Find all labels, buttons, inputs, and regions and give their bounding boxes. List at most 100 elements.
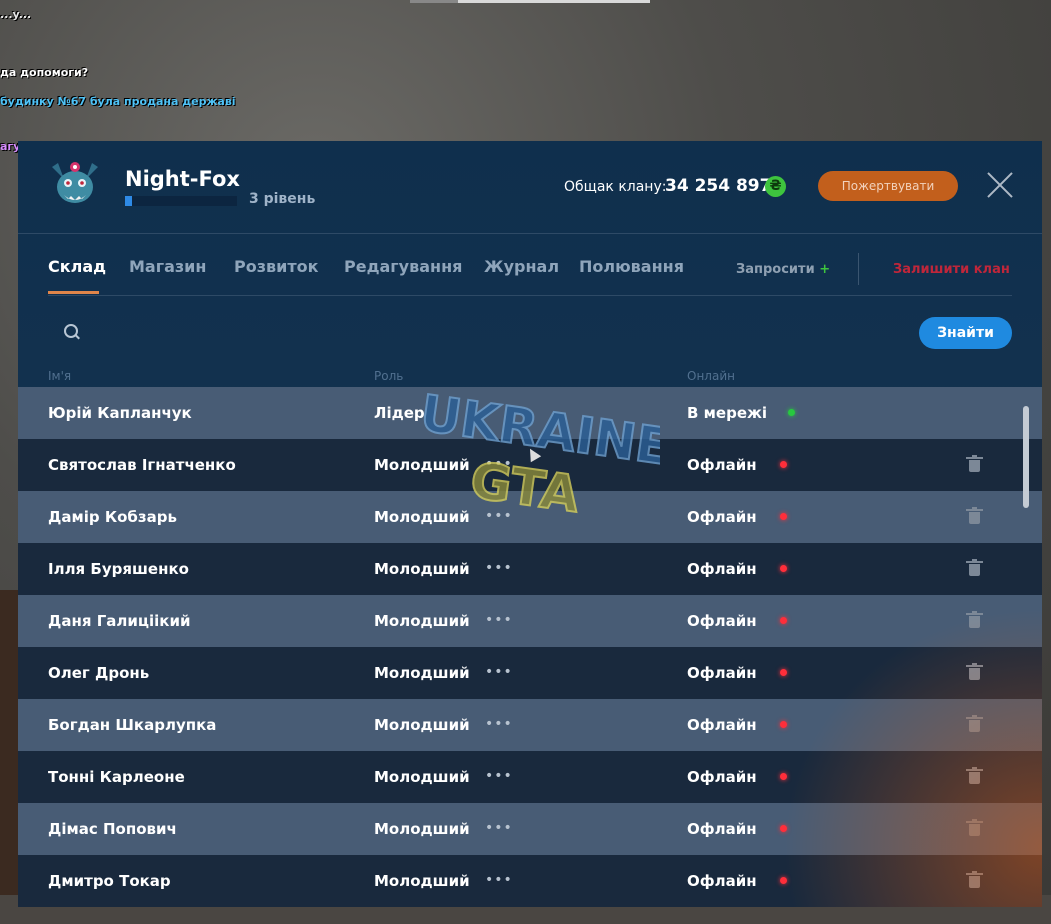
member-name: Дімас Попович bbox=[48, 820, 177, 838]
member-row[interactable]: Дамір Кобзарь Молодший ••• Офлайн bbox=[18, 491, 1042, 543]
member-role: Молодший bbox=[374, 820, 470, 838]
trash-icon[interactable] bbox=[966, 819, 983, 836]
tab-editing[interactable]: Редагування bbox=[344, 257, 462, 276]
member-row[interactable]: Ілля Буряшенко Молодший ••• Офлайн bbox=[18, 543, 1042, 595]
trash-icon[interactable] bbox=[966, 767, 983, 784]
member-role: Молодший bbox=[374, 456, 470, 474]
member-status: Офлайн bbox=[687, 560, 757, 578]
member-name: Дмитро Токар bbox=[48, 872, 171, 890]
member-list: Юрій Капланчук Лідер В мережі Святослав Ігн… bbox=[18, 387, 1042, 907]
clan-logo-icon bbox=[52, 162, 98, 203]
clan-panel: Night-Fox 3 рівень Общак клану: 34 254 8… bbox=[18, 141, 1042, 907]
member-name: Святослав Ігнатченко bbox=[48, 456, 236, 474]
offline-indicator-icon bbox=[780, 513, 787, 520]
trash-icon[interactable] bbox=[966, 559, 983, 576]
member-row[interactable]: Святослав Ігнатченко Молодший ••• Офлайн bbox=[18, 439, 1042, 491]
more-options-icon[interactable]: ••• bbox=[485, 820, 513, 836]
member-role: Молодший bbox=[374, 664, 470, 682]
find-button[interactable]: Знайти bbox=[919, 317, 1012, 349]
active-tab-indicator bbox=[48, 291, 99, 294]
member-status: Офлайн bbox=[687, 664, 757, 682]
member-name: Ілля Буряшенко bbox=[48, 560, 189, 578]
member-name: Юрій Капланчук bbox=[48, 404, 192, 422]
member-status: Офлайн bbox=[687, 612, 757, 630]
offline-indicator-icon bbox=[780, 877, 787, 884]
member-row[interactable]: Богдан Шкарлупка Молодший ••• Офлайн bbox=[18, 699, 1042, 751]
member-role: Молодший bbox=[374, 508, 470, 526]
search-input[interactable] bbox=[88, 319, 912, 345]
trash-icon[interactable] bbox=[966, 871, 983, 888]
clan-fund-label: Общак клану: bbox=[564, 179, 667, 195]
member-name: Олег Дронь bbox=[48, 664, 150, 682]
member-role: Молодший bbox=[374, 612, 470, 630]
more-options-icon[interactable]: ••• bbox=[485, 508, 513, 524]
plus-icon: + bbox=[819, 262, 831, 277]
member-name: Богдан Шкарлупка bbox=[48, 716, 217, 734]
offline-indicator-icon bbox=[780, 721, 787, 728]
hryvnia-icon: ₴ bbox=[765, 176, 786, 197]
tab-bar: Склад Магазин Розвиток Редагування Журна… bbox=[18, 233, 1042, 297]
member-role: Молодший bbox=[374, 560, 470, 578]
member-row[interactable]: Даня Галиціікий Молодший ••• Офлайн bbox=[18, 595, 1042, 647]
trash-icon[interactable] bbox=[966, 715, 983, 732]
background-shadow bbox=[0, 590, 20, 920]
column-header-online: Онлайн bbox=[687, 369, 735, 383]
offline-indicator-icon bbox=[780, 825, 787, 832]
trash-icon[interactable] bbox=[966, 507, 983, 524]
more-options-icon[interactable]: ••• bbox=[485, 768, 513, 784]
member-role: Молодший bbox=[374, 768, 470, 786]
member-row[interactable]: Олег Дронь Молодший ••• Офлайн bbox=[18, 647, 1042, 699]
offline-indicator-icon bbox=[780, 617, 787, 624]
member-status: В мережі bbox=[687, 404, 768, 422]
member-row[interactable]: Дімас Попович Молодший ••• Офлайн bbox=[18, 803, 1042, 855]
member-status: Офлайн bbox=[687, 820, 757, 838]
invite-label: Запросити bbox=[736, 262, 815, 277]
member-row[interactable]: Тонні Карлеоне Молодший ••• Офлайн bbox=[18, 751, 1042, 803]
leave-clan-button[interactable]: Залишити клан bbox=[893, 262, 1010, 277]
close-icon[interactable] bbox=[986, 171, 1014, 199]
tab-journal[interactable]: Журнал bbox=[484, 257, 559, 276]
invite-button[interactable]: Запросити + bbox=[736, 262, 830, 277]
trash-icon[interactable] bbox=[966, 611, 983, 628]
chat-line: да допомоги? bbox=[0, 66, 89, 79]
scrollbar[interactable] bbox=[1023, 406, 1029, 508]
offline-indicator-icon bbox=[780, 669, 787, 676]
offline-indicator-icon bbox=[780, 461, 787, 468]
member-status: Офлайн bbox=[687, 456, 757, 474]
member-role: Молодший bbox=[374, 872, 470, 890]
donate-button[interactable]: Пожертвувати bbox=[818, 171, 958, 201]
more-options-icon[interactable]: ••• bbox=[485, 456, 513, 472]
member-name: Даня Галиціікий bbox=[48, 612, 191, 630]
more-options-icon[interactable]: ••• bbox=[485, 612, 513, 628]
more-options-icon[interactable]: ••• bbox=[485, 664, 513, 680]
member-row[interactable]: Юрій Капланчук Лідер В мережі bbox=[18, 387, 1042, 439]
trash-icon[interactable] bbox=[966, 663, 983, 680]
clan-name: Night-Fox bbox=[125, 167, 240, 191]
trash-icon[interactable] bbox=[966, 455, 983, 472]
clan-header: Night-Fox 3 рівень Общак клану: 34 254 8… bbox=[18, 141, 1042, 234]
more-options-icon[interactable]: ••• bbox=[485, 560, 513, 576]
tab-separator bbox=[858, 253, 859, 285]
column-header-name: Ім'я bbox=[48, 369, 72, 383]
level-progress-bar bbox=[125, 196, 237, 206]
more-options-icon[interactable]: ••• bbox=[485, 872, 513, 888]
member-role: Молодший bbox=[374, 716, 470, 734]
chat-line: ...y... bbox=[0, 8, 32, 21]
member-row[interactable]: Дмитро Токар Молодший ••• Офлайн bbox=[18, 855, 1042, 907]
level-progress-fill bbox=[125, 196, 132, 206]
clan-fund-value: 34 254 897 bbox=[665, 176, 772, 196]
tab-hunting[interactable]: Полювання bbox=[579, 257, 684, 276]
tab-shop[interactable]: Магазин bbox=[129, 257, 206, 276]
column-header-role: Роль bbox=[374, 369, 404, 383]
search-icon bbox=[64, 324, 78, 338]
member-status: Офлайн bbox=[687, 716, 757, 734]
clan-level: 3 рівень bbox=[249, 191, 316, 207]
tab-sklad[interactable]: Склад bbox=[48, 257, 106, 276]
member-name: Тонні Карлеоне bbox=[48, 768, 185, 786]
hud-top-bar-segment bbox=[410, 0, 458, 3]
tab-development[interactable]: Розвиток bbox=[234, 257, 318, 276]
offline-indicator-icon bbox=[780, 773, 787, 780]
more-options-icon[interactable]: ••• bbox=[485, 716, 513, 732]
member-status: Офлайн bbox=[687, 508, 757, 526]
online-indicator-icon bbox=[788, 409, 795, 416]
